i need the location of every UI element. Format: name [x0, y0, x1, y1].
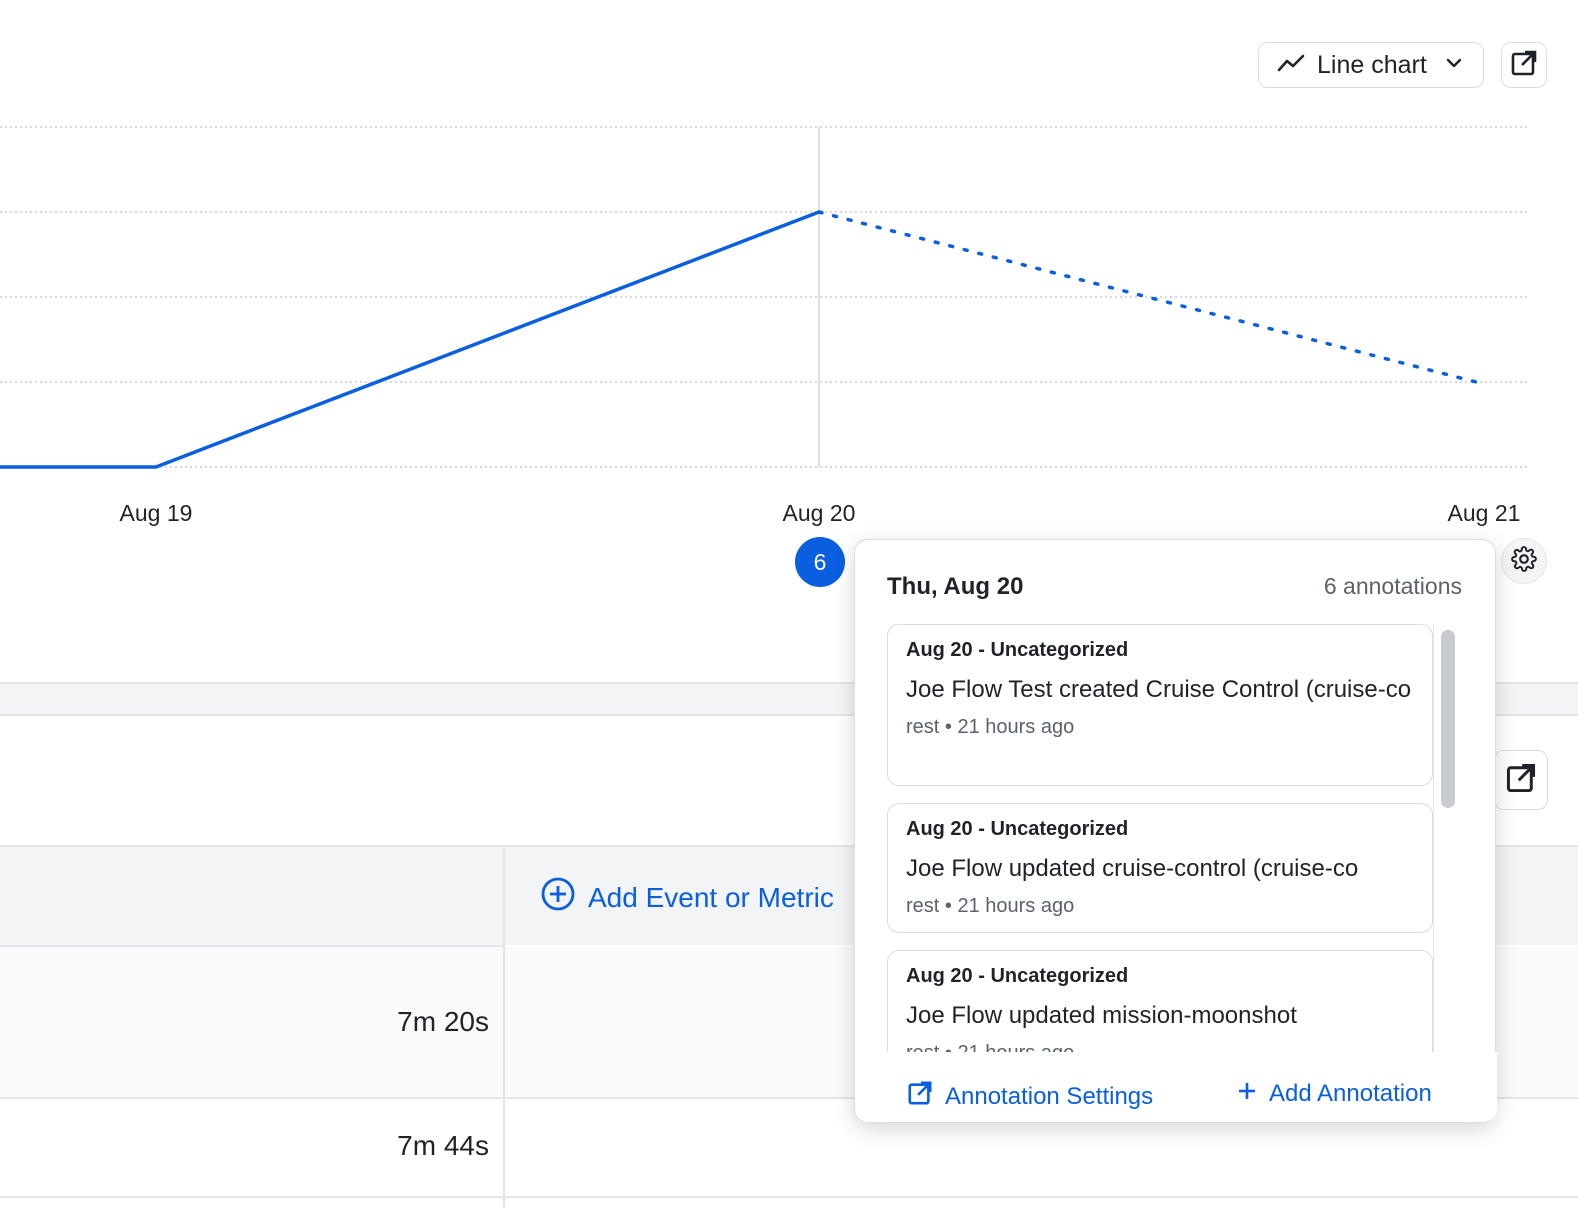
chart-type-dropdown[interactable]: Line chart [1258, 42, 1484, 88]
external-link-icon [1505, 762, 1537, 799]
add-annotation-label: Add Annotation [1269, 1080, 1432, 1107]
x-axis-ticks: Aug 19 Aug 20 Aug 21 [120, 500, 1521, 526]
row-divider [0, 945, 503, 947]
table-cell-duration: 7m 44s [397, 1130, 489, 1161]
annotation-card[interactable]: Aug 20 - Uncategorized Joe Flow updated … [887, 950, 1433, 1052]
annotation-text: Joe Flow updated mission-moonshot [906, 1002, 1297, 1029]
plus-icon [1237, 1080, 1257, 1108]
annotation-source: rest [906, 716, 940, 738]
annotation-source-line: rest • 21 hours ago [906, 716, 1414, 739]
annotation-time: 21 hours ago [957, 895, 1075, 917]
annotation-time: 21 hours ago [957, 1042, 1074, 1052]
annotation-source-line: rest • 21 hours ago [906, 895, 1414, 918]
dot-separator: • [945, 1042, 958, 1052]
dot-separator: • [944, 716, 958, 738]
external-link-icon [907, 1080, 933, 1113]
annotation-list[interactable]: Aug 20 - Uncategorized Joe Flow Test cre… [887, 624, 1463, 1052]
series-projected-line [817, 210, 1478, 384]
chart-type-label: Line chart [1317, 50, 1427, 79]
line-chart-icon [1277, 52, 1305, 79]
line-chart: Aug 19 Aug 20 Aug 21 [0, 126, 1528, 526]
add-event-label: Add Event or Metric [588, 881, 834, 913]
chevron-down-icon [1445, 56, 1463, 74]
annotation-settings-label: Annotation Settings [945, 1082, 1154, 1110]
x-tick-label: Aug 20 [783, 500, 856, 526]
annotation-marker[interactable]: 6 [795, 537, 845, 587]
dot-separator: • [944, 895, 958, 917]
x-tick-label: Aug 21 [1448, 500, 1521, 526]
annotation-card[interactable]: Aug 20 - Uncategorized Joe Flow updated … [887, 803, 1433, 933]
annotation-meta: Aug 20 - Uncategorized [906, 639, 1129, 661]
annotation-source-line: rest • 21 hours ago [906, 1042, 1414, 1052]
external-link-icon [1510, 49, 1538, 82]
annotation-count: 6 annotations [1323, 573, 1462, 599]
popover-footer: Annotation Settings Add Annotation [855, 1052, 1497, 1122]
annotation-source: rest [906, 895, 940, 917]
annotation-meta: Aug 20 - Uncategorized [906, 818, 1129, 840]
chart-grid [0, 126, 1528, 468]
annotation-time: 21 hours ago [957, 716, 1075, 738]
add-event-or-metric-button[interactable]: Add Event or Metric [540, 876, 834, 919]
annotation-card[interactable]: Aug 20 - Uncategorized Joe Flow Test cre… [887, 624, 1433, 786]
scrollbar-thumb[interactable] [1441, 630, 1455, 808]
open-table-button[interactable] [1494, 750, 1548, 810]
annotations-popover: Thu, Aug 20 6 annotations Aug 20 - Uncat… [854, 539, 1497, 1123]
x-tick-label: Aug 19 [120, 500, 193, 526]
table-cell-duration: 7m 20s [397, 1006, 489, 1037]
add-annotation-button[interactable]: Add Annotation [1237, 1080, 1432, 1108]
annotation-meta: Aug 20 - Uncategorized [906, 965, 1129, 987]
plus-circle-icon [540, 876, 576, 919]
series-line [0, 210, 820, 469]
popover-title: Thu, Aug 20 [887, 573, 1024, 600]
open-chart-button[interactable] [1501, 42, 1547, 88]
gear-icon [1511, 545, 1537, 577]
annotation-text: Joe Flow updated cruise-control (cruise-… [906, 855, 1359, 882]
row-divider [0, 1196, 1578, 1198]
annotation-source: rest [906, 1042, 939, 1052]
chart-settings-button[interactable] [1501, 538, 1547, 584]
annotation-settings-link[interactable]: Annotation Settings [907, 1080, 1153, 1113]
column-divider [503, 845, 505, 1208]
annotation-text: Joe Flow Test created Cruise Control (cr… [906, 676, 1412, 703]
